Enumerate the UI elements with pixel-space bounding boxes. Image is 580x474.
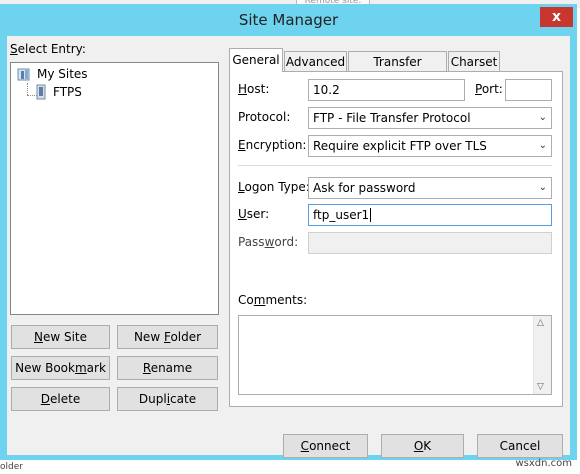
button-label-rest: onnect — [309, 439, 351, 453]
button-label-start: New — [133, 330, 164, 344]
tab-advanced[interactable]: Advanced — [284, 51, 347, 71]
protocol-select[interactable]: FTP - File Transfer Protocol ⌄ — [308, 107, 552, 129]
button-label-rest: K — [423, 439, 432, 453]
site-manager-dialog: Site Manager x Select Entry: My Sites FT… — [0, 4, 577, 460]
select-entry-mnemonic: S — [10, 42, 18, 56]
watermark: wsxdn.com — [515, 458, 572, 469]
server-icon — [36, 84, 46, 100]
background-strip — [0, 462, 580, 474]
password-label: Password: — [238, 235, 299, 249]
tree-item-label: FTPS — [53, 85, 82, 99]
new-site-button[interactable]: New Site — [11, 325, 110, 349]
logon-type-label: Logon Type: — [238, 180, 310, 194]
tab-charset[interactable]: Charset — [448, 51, 500, 71]
tree-connector — [27, 83, 29, 95]
port-input[interactable] — [505, 79, 552, 101]
logon-type-select[interactable]: Ask for password ⌄ — [308, 177, 552, 199]
button-label-rest: cate — [170, 392, 197, 406]
select-entry-label: Select Entry: — [10, 42, 86, 56]
folder-icon — [17, 68, 30, 81]
tab-transfer-settings[interactable]: Transfer Settings — [348, 51, 447, 89]
general-tab-panel: Host: 10.2 Port: Protocol: FTP - File Tr… — [229, 71, 563, 407]
tree-item-label: My Sites — [37, 67, 88, 81]
ok-button[interactable]: OK — [381, 434, 464, 458]
chevron-down-icon: ⌄ — [538, 182, 547, 193]
scroll-down-icon[interactable]: ▽ — [537, 382, 544, 392]
new-folder-button[interactable]: New Folder — [117, 325, 218, 349]
protocol-label: Protocol: — [238, 110, 291, 124]
button-label-rest: ename — [150, 361, 193, 375]
button-label-rest: ew Site — [42, 330, 88, 344]
encryption-value: Require explicit FTP over TLS — [313, 139, 487, 153]
tree-item-ftps[interactable]: FTPS — [35, 84, 82, 100]
logon-type-value: Ask for password — [313, 181, 416, 195]
window-title: Site Manager — [238, 11, 339, 29]
tab-general[interactable]: General — [229, 48, 283, 72]
button-label-start: Dupl — [138, 392, 167, 406]
host-label: Host: — [238, 82, 270, 96]
close-icon: x — [551, 9, 562, 25]
site-tree[interactable]: My Sites FTPS — [10, 62, 219, 315]
port-label: Port: — [475, 82, 503, 96]
button-label-start: New Book — [15, 361, 75, 375]
comments-textarea[interactable]: △ ▽ — [238, 315, 552, 395]
background-text: older — [0, 462, 23, 472]
separator — [238, 165, 552, 166]
duplicate-button[interactable]: Duplicate — [117, 387, 218, 411]
protocol-value: FTP - File Transfer Protocol — [313, 111, 471, 125]
comments-scrollbar[interactable]: △ ▽ — [533, 316, 551, 394]
title-bar[interactable]: Site Manager x — [0, 4, 577, 36]
cancel-button[interactable]: Cancel — [477, 434, 563, 458]
encryption-label: Encryption: — [238, 138, 307, 152]
tree-item-my-sites[interactable]: My Sites — [17, 66, 88, 82]
comments-label: Comments: — [238, 293, 308, 307]
encryption-select[interactable]: Require explicit FTP over TLS ⌄ — [308, 135, 552, 157]
chevron-down-icon: ⌄ — [538, 140, 547, 151]
button-label-rest: older — [170, 330, 202, 344]
button-label-rest: ark — [86, 361, 106, 375]
text-caret — [370, 208, 372, 222]
button-label-rest: elete — [50, 392, 81, 406]
password-input[interactable] — [308, 232, 552, 254]
new-bookmark-button[interactable]: New Bookmark — [11, 356, 110, 380]
user-input[interactable]: ftp_user1 — [308, 204, 552, 226]
connect-button[interactable]: Connect — [283, 434, 368, 458]
dialog-client-area: Select Entry: My Sites FTPS New Site New… — [7, 36, 570, 458]
chevron-down-icon: ⌄ — [538, 112, 547, 123]
rename-button[interactable]: Rename — [117, 356, 218, 380]
user-label: User: — [238, 207, 270, 221]
host-input[interactable]: 10.2 — [308, 79, 465, 101]
delete-button[interactable]: Delete — [11, 387, 110, 411]
select-entry-text: elect Entry: — [17, 42, 86, 56]
user-value: ftp_user1 — [313, 208, 370, 222]
scroll-up-icon[interactable]: △ — [537, 318, 544, 328]
close-button[interactable]: x — [540, 7, 573, 27]
